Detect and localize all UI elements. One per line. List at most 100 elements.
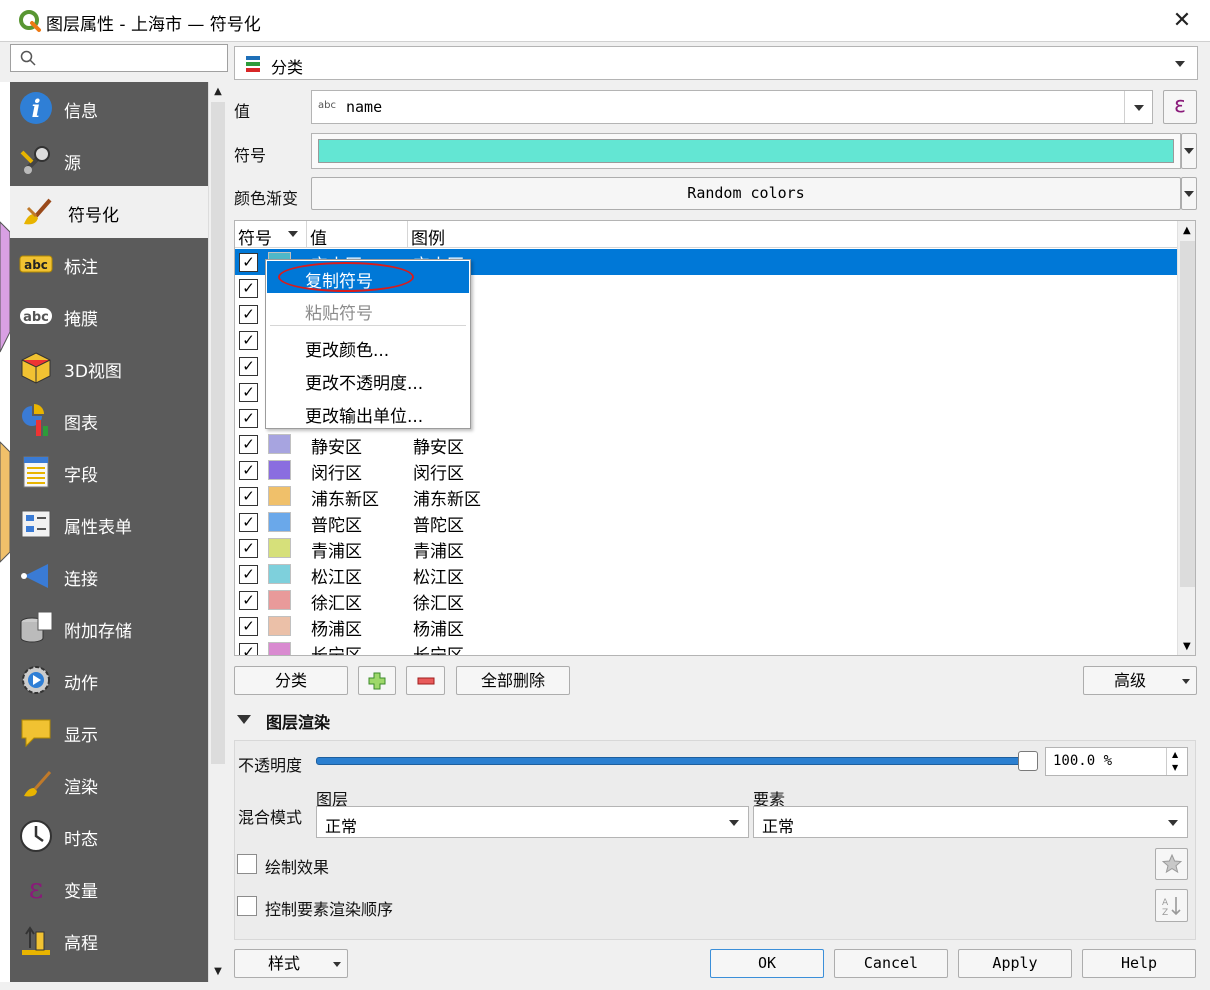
category-checkbox[interactable]: ✓ bbox=[239, 591, 258, 610]
category-checkbox[interactable]: ✓ bbox=[239, 539, 258, 558]
spin-down-icon[interactable]: ▼ bbox=[1172, 763, 1178, 772]
collapse-triangle-icon[interactable] bbox=[237, 715, 251, 724]
category-checkbox[interactable]: ✓ bbox=[239, 461, 258, 480]
category-swatch[interactable] bbox=[268, 512, 291, 532]
remove-category-button[interactable] bbox=[406, 666, 445, 695]
style-button[interactable]: 样式 bbox=[234, 949, 348, 978]
sidebar-item-12[interactable]: 显示 bbox=[10, 706, 208, 758]
order-settings-button[interactable]: A Z bbox=[1155, 889, 1188, 922]
category-swatch[interactable] bbox=[268, 590, 291, 610]
sidebar-item-8[interactable]: 属性表单 bbox=[10, 498, 208, 550]
table-row[interactable]: ✓ 普陀区 普陀区 bbox=[235, 509, 1177, 536]
category-checkbox[interactable]: ✓ bbox=[239, 487, 258, 506]
sidebar-item-7[interactable]: 字段 bbox=[10, 446, 208, 498]
header-value[interactable]: 值 bbox=[310, 224, 327, 249]
header-symbol[interactable]: 符号 bbox=[238, 224, 272, 249]
category-swatch[interactable] bbox=[268, 460, 291, 480]
advanced-button[interactable]: 高级 bbox=[1083, 666, 1197, 695]
sidebar-item-6[interactable]: 图表 bbox=[10, 394, 208, 446]
sidebar-scrollbar[interactable]: ▲ ▼ bbox=[208, 82, 226, 982]
sidebar-item-13[interactable]: 渲染 bbox=[10, 758, 208, 810]
feature-blend-select[interactable]: 正常 bbox=[753, 806, 1188, 838]
cancel-button[interactable]: Cancel bbox=[834, 949, 948, 978]
context-menu-item-3[interactable]: 更改不透明度... bbox=[267, 363, 469, 395]
table-row[interactable]: ✓ 青浦区 青浦区 bbox=[235, 535, 1177, 562]
table-row[interactable]: ✓ 浦东新区 浦东新区 bbox=[235, 483, 1177, 510]
sidebar-item-14[interactable]: 时态 bbox=[10, 810, 208, 862]
category-checkbox[interactable]: ✓ bbox=[239, 357, 258, 376]
sidebar-item-2[interactable]: 符号化 bbox=[10, 186, 208, 238]
category-checkbox[interactable]: ✓ bbox=[239, 383, 258, 402]
sidebar-item-3[interactable]: abc 标注 bbox=[10, 238, 208, 290]
help-button[interactable]: Help bbox=[1082, 949, 1196, 978]
opacity-slider-handle[interactable] bbox=[1018, 751, 1038, 771]
category-swatch[interactable] bbox=[268, 564, 291, 584]
expression-button[interactable]: ε bbox=[1163, 90, 1197, 124]
category-checkbox[interactable]: ✓ bbox=[239, 279, 258, 298]
apply-button[interactable]: Apply bbox=[958, 949, 1072, 978]
sidebar-item-15[interactable]: ε 变量 bbox=[10, 862, 208, 914]
table-row[interactable]: ✓ 杨浦区 杨浦区 bbox=[235, 613, 1177, 640]
color-ramp-button[interactable]: Random colors bbox=[311, 177, 1181, 210]
sidebar-item-0[interactable]: i 信息 bbox=[10, 82, 208, 134]
scrollbar-thumb[interactable] bbox=[1180, 241, 1195, 587]
category-swatch[interactable] bbox=[268, 642, 291, 655]
sidebar-item-16[interactable]: 高程 bbox=[10, 914, 208, 966]
category-checkbox[interactable]: ✓ bbox=[239, 643, 258, 655]
category-checkbox[interactable]: ✓ bbox=[239, 253, 258, 272]
category-checkbox[interactable]: ✓ bbox=[239, 565, 258, 584]
opacity-spinbox[interactable]: 100.0 % ▲ ▼ bbox=[1045, 747, 1188, 776]
table-row[interactable]: ✓ 徐汇区 徐汇区 bbox=[235, 587, 1177, 614]
category-checkbox[interactable]: ✓ bbox=[239, 435, 258, 454]
context-menu-item-2[interactable]: 更改颜色... bbox=[267, 330, 469, 362]
sidebar-item-5[interactable]: 3D视图 bbox=[10, 342, 208, 394]
context-menu-item-4[interactable]: 更改输出单位... bbox=[267, 396, 469, 428]
table-scrollbar[interactable]: ▲ ▼ bbox=[1177, 221, 1195, 655]
category-swatch[interactable] bbox=[268, 616, 291, 636]
sidebar-item-label: 图表 bbox=[64, 414, 98, 434]
category-checkbox[interactable]: ✓ bbox=[239, 331, 258, 350]
category-legend: 青浦区 bbox=[413, 542, 464, 562]
symbol-menu-button[interactable] bbox=[1181, 133, 1197, 169]
category-swatch[interactable] bbox=[268, 538, 291, 558]
renderer-type-select[interactable]: 分类 bbox=[234, 46, 1198, 80]
category-swatch[interactable] bbox=[268, 486, 291, 506]
classify-button[interactable]: 分类 bbox=[234, 666, 348, 695]
scroll-down-icon[interactable]: ▼ bbox=[212, 966, 224, 977]
category-checkbox[interactable]: ✓ bbox=[239, 409, 258, 428]
layer-blend-select[interactable]: 正常 bbox=[316, 806, 749, 838]
effects-settings-button[interactable] bbox=[1155, 848, 1188, 880]
sidebar-item-10[interactable]: 附加存储 bbox=[10, 602, 208, 654]
spin-up-icon[interactable]: ▲ bbox=[1172, 750, 1178, 759]
layer-rendering-title[interactable]: 图层渲染 bbox=[266, 709, 330, 733]
draw-effects-checkbox[interactable] bbox=[237, 854, 257, 874]
color-ramp-menu-button[interactable] bbox=[1181, 177, 1197, 210]
scroll-up-icon[interactable]: ▲ bbox=[212, 86, 224, 97]
close-icon[interactable]: ✕ bbox=[1168, 7, 1196, 35]
control-order-checkbox[interactable] bbox=[237, 896, 257, 916]
sidebar-item-9[interactable]: 连接 bbox=[10, 550, 208, 602]
table-row[interactable]: ✓ 长宁区 长宁区 bbox=[235, 639, 1177, 655]
table-row[interactable]: ✓ 松江区 松江区 bbox=[235, 561, 1177, 588]
table-row[interactable]: ✓ 闵行区 闵行区 bbox=[235, 457, 1177, 484]
ok-button[interactable]: OK bbox=[710, 949, 824, 978]
category-checkbox[interactable]: ✓ bbox=[239, 513, 258, 532]
scroll-down-icon[interactable]: ▼ bbox=[1183, 641, 1191, 652]
opacity-slider[interactable] bbox=[316, 757, 1024, 765]
add-category-button[interactable] bbox=[358, 666, 396, 695]
mask-abc-icon: abc bbox=[20, 308, 52, 325]
sidebar-item-1[interactable]: 源 bbox=[10, 134, 208, 186]
delete-all-button[interactable]: 全部删除 bbox=[456, 666, 570, 695]
value-field-select[interactable]: abc name bbox=[311, 90, 1153, 124]
category-swatch[interactable] bbox=[268, 434, 291, 454]
symbol-button[interactable] bbox=[311, 133, 1181, 169]
scrollbar-thumb[interactable] bbox=[211, 102, 225, 764]
search-input[interactable] bbox=[10, 44, 228, 72]
sidebar-item-4[interactable]: abc 掩膜 bbox=[10, 290, 208, 342]
category-checkbox[interactable]: ✓ bbox=[239, 305, 258, 324]
sidebar-item-11[interactable]: 动作 bbox=[10, 654, 208, 706]
header-legend[interactable]: 图例 bbox=[411, 224, 445, 249]
table-row[interactable]: ✓ 静安区 静安区 bbox=[235, 431, 1177, 458]
category-checkbox[interactable]: ✓ bbox=[239, 617, 258, 636]
scroll-up-icon[interactable]: ▲ bbox=[1183, 225, 1191, 236]
